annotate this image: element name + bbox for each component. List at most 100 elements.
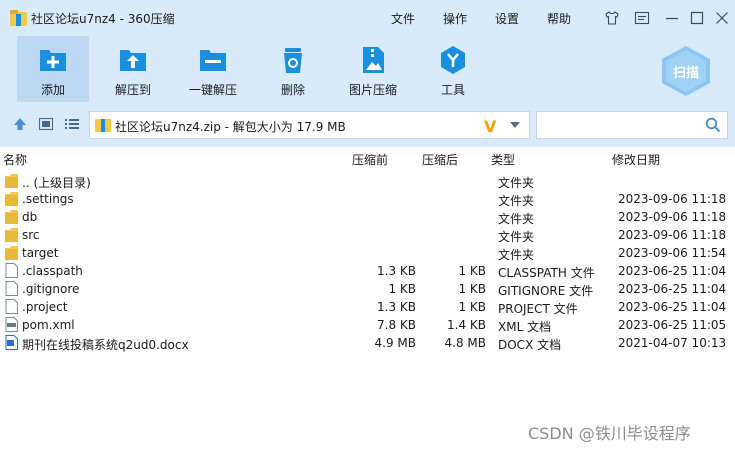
- vip-badge[interactable]: V: [484, 117, 496, 136]
- column-before[interactable]: 压缩前: [352, 151, 388, 168]
- list-view-icon[interactable]: [64, 116, 80, 132]
- delete-button[interactable]: 删除: [257, 36, 329, 102]
- folder-icon: [5, 246, 18, 260]
- title-bar: 社区论坛u7nz4 - 360压缩 文件 操作 设置 帮助: [0, 0, 735, 36]
- file-size-before: 1 KB: [388, 282, 416, 296]
- file-type: 文件夹: [498, 230, 535, 244]
- extract-to-label: 解压到: [114, 83, 151, 97]
- file-size-before: 1.3 KB: [377, 300, 416, 314]
- file-name: .gitignore: [22, 282, 80, 296]
- folder-row[interactable]: db 文件夹 2023-09-06 11:18: [0, 208, 735, 226]
- add-button[interactable]: 添加: [17, 36, 89, 102]
- minimize-icon[interactable]: [664, 10, 680, 26]
- file-date: 2023-06-25 11:04: [618, 282, 727, 296]
- extract-to-icon: [120, 50, 146, 71]
- file-type: PROJECT 文件: [498, 302, 578, 316]
- menu-operation[interactable]: 操作: [443, 10, 467, 27]
- file-row[interactable]: 期刊在线投稿系统q2ud0.docx 4.9 MB 4.8 MB DOCX 文档 202…: [0, 334, 735, 352]
- file-type: 文件夹: [498, 194, 535, 208]
- column-name[interactable]: 名称: [3, 151, 27, 168]
- file-row[interactable]: pom.xml 7.8 KB 1.4 KB XML 文档 2023-06-25 11:0…: [0, 316, 735, 334]
- add-icon: [40, 50, 66, 71]
- file-type: 文件夹: [498, 176, 535, 190]
- file-size-after: 1.4 KB: [447, 318, 486, 332]
- scan-button[interactable]: 扫描: [658, 44, 714, 98]
- file-name: target: [22, 246, 59, 260]
- app-icon: [10, 10, 27, 26]
- file-name: .project: [22, 300, 68, 314]
- close-icon[interactable]: [714, 10, 730, 26]
- file-size-before: 1.3 KB: [377, 264, 416, 278]
- folder-icon: [5, 228, 18, 242]
- folder-row[interactable]: .settings 文件夹 2023-09-06 11:18: [0, 190, 735, 208]
- up-arrow-icon[interactable]: [12, 116, 28, 132]
- file-size-after: 1 KB: [458, 300, 486, 314]
- file-date: 2023-06-25 11:04: [618, 300, 727, 314]
- image-compress-icon: [363, 47, 384, 73]
- folder-row[interactable]: .. (上级目录) 文件夹: [0, 172, 735, 190]
- search-icon[interactable]: [705, 117, 721, 133]
- file-size-before: 7.8 KB: [377, 318, 416, 332]
- column-type[interactable]: 类型: [491, 151, 515, 168]
- watermark: CSDN @铁川毕设程序: [528, 424, 691, 443]
- folder-row[interactable]: src 文件夹 2023-09-06 11:18: [0, 226, 735, 244]
- file-size-after: 1 KB: [458, 264, 486, 278]
- file-date: 2023-09-06 11:18: [618, 210, 727, 224]
- file-date: 2023-09-06 11:54: [618, 246, 727, 260]
- column-after[interactable]: 压缩后: [422, 151, 458, 168]
- file-size-after: 1 KB: [458, 282, 486, 296]
- shirt-icon[interactable]: [604, 10, 620, 26]
- file-row[interactable]: .classpath 1.3 KB 1 KB CLASSPATH 文件 2023-06-…: [0, 262, 735, 280]
- file-date: 2023-06-25 11:05: [618, 318, 727, 332]
- file-size-after: 4.8 MB: [444, 336, 486, 350]
- folder-icon: [5, 210, 18, 224]
- file-name: 期刊在线投稿系统q2ud0.docx: [22, 338, 189, 352]
- quick-extract-label: 一键解压: [188, 83, 237, 97]
- tools-button[interactable]: 工具: [417, 36, 489, 102]
- thumbnail-view-icon[interactable]: [38, 116, 54, 132]
- image-compress-button[interactable]: 图片压缩: [337, 36, 409, 102]
- file-icon: [5, 281, 18, 296]
- quick-extract-icon: [200, 50, 226, 71]
- folder-icon: [5, 192, 18, 206]
- image-compress-label: 图片压缩: [348, 83, 397, 97]
- file-name: pom.xml: [22, 318, 75, 332]
- file-type: GITIGNORE 文件: [498, 284, 594, 298]
- file-date: 2023-09-06 11:18: [618, 192, 727, 206]
- file-row[interactable]: .project 1.3 KB 1 KB PROJECT 文件 2023-06-25 1…: [0, 298, 735, 316]
- tools-label: 工具: [440, 83, 465, 97]
- file-type: 文件夹: [498, 212, 535, 226]
- quick-extract-button[interactable]: 一键解压: [177, 36, 249, 102]
- file-date: 2023-06-25 11:04: [618, 264, 727, 278]
- folder-row[interactable]: target 文件夹 2023-09-06 11:54: [0, 244, 735, 262]
- message-icon[interactable]: [634, 10, 650, 26]
- file-name: db: [22, 210, 38, 224]
- file-name: .. (上级目录): [22, 176, 91, 190]
- file-name: src: [22, 228, 40, 242]
- search-input[interactable]: [536, 111, 728, 139]
- file-type: DOCX 文档: [498, 338, 562, 352]
- file-type: CLASSPATH 文件: [498, 266, 595, 280]
- file-icon: [5, 263, 18, 278]
- menu-file[interactable]: 文件: [391, 10, 415, 27]
- zip-archive-icon: [95, 119, 111, 132]
- extract-to-button[interactable]: 解压到: [97, 36, 169, 102]
- file-date: 2021-04-07 10:13: [618, 336, 727, 350]
- column-date[interactable]: 修改日期: [612, 151, 660, 168]
- menu-settings[interactable]: 设置: [495, 10, 519, 27]
- menu-help[interactable]: 帮助: [547, 10, 571, 27]
- scan-label: 扫描: [672, 66, 699, 81]
- file-date: 2023-09-06 11:18: [618, 228, 727, 242]
- folder-icon: [5, 174, 18, 188]
- delete-label: 删除: [280, 83, 305, 97]
- file-name: .settings: [22, 192, 74, 206]
- path-dropdown-arrow-icon[interactable]: [510, 122, 520, 128]
- path-field[interactable]: 社区论坛u7nz4.zip - 解包大小为 17.9 MB V: [89, 111, 530, 139]
- file-size-before: 4.9 MB: [374, 336, 416, 350]
- column-header: 名称 压缩前 压缩后 类型 修改日期: [0, 147, 735, 169]
- path-text: 社区论坛u7nz4.zip - 解包大小为 17.9 MB: [115, 120, 346, 134]
- maximize-icon[interactable]: [689, 10, 705, 26]
- xml-file-icon: [5, 317, 18, 332]
- file-name: .classpath: [22, 264, 83, 278]
- file-row[interactable]: .gitignore 1 KB 1 KB GITIGNORE 文件 2023-06-25…: [0, 280, 735, 298]
